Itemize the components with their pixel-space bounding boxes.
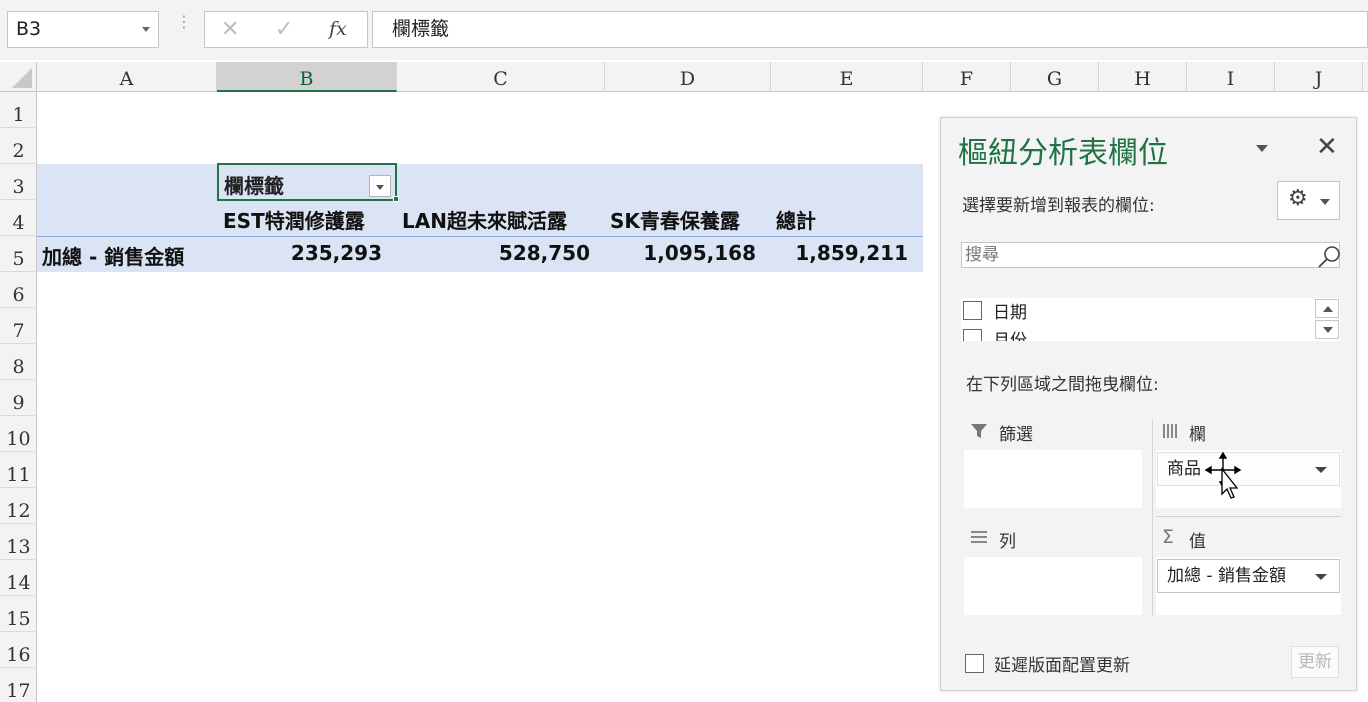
formula-bar-grip-icon[interactable]: ⋮ xyxy=(176,14,192,30)
choose-fields-label: 選擇要新增到報表的欄位: xyxy=(962,196,1155,216)
rows-area-title: 列 xyxy=(999,532,1016,552)
formula-input[interactable]: 欄標籤 xyxy=(372,11,1368,48)
column-header-h[interactable]: H xyxy=(1099,62,1187,92)
pivot-grand-total-header[interactable]: 總計 xyxy=(776,205,816,234)
row-header-12[interactable]: 12 xyxy=(0,488,37,524)
columns-area-title: 欄 xyxy=(1189,425,1206,445)
values-field-chip[interactable]: 加總 - 銷售金額 xyxy=(1157,559,1340,593)
field-label: 日期 xyxy=(993,303,1027,323)
column-labels-header: 欄標籤 xyxy=(224,174,284,198)
row-header-14[interactable]: 14 xyxy=(0,560,37,596)
row-header-6[interactable]: 6 xyxy=(0,272,37,308)
field-list-scroll-up[interactable] xyxy=(1315,299,1339,318)
column-header-i[interactable]: I xyxy=(1187,62,1275,92)
column-header-f[interactable]: F xyxy=(923,62,1011,92)
formula-buttons: ✕ ✓ fx xyxy=(204,11,368,48)
pivot-grand-total-value[interactable]: 1,859,211 xyxy=(795,241,908,265)
rows-icon xyxy=(971,531,987,543)
name-box[interactable]: B3 xyxy=(7,11,159,48)
sigma-icon: Σ xyxy=(1162,526,1175,548)
chevron-down-icon[interactable] xyxy=(1315,574,1327,580)
name-box-dropdown-icon[interactable] xyxy=(142,27,150,32)
row-header-2[interactable]: 2 xyxy=(0,128,37,164)
defer-update-checkbox[interactable] xyxy=(965,654,984,673)
pivot-column-header[interactable]: SK青春保養露 xyxy=(610,205,740,234)
values-area-title: 值 xyxy=(1189,532,1206,552)
field-list-scroll-down[interactable] xyxy=(1315,320,1339,339)
columns-field-chip[interactable]: 商品 xyxy=(1157,452,1340,486)
chevron-down-icon[interactable] xyxy=(1315,467,1327,473)
column-labels-filter-button[interactable] xyxy=(369,175,391,197)
column-header-b[interactable]: B xyxy=(217,62,397,92)
select-all-button[interactable] xyxy=(0,62,37,92)
row-header-7[interactable]: 7 xyxy=(0,308,37,344)
filters-drop-area[interactable] xyxy=(964,450,1142,508)
row-header-9[interactable]: 9 xyxy=(0,380,37,416)
formula-bar: B3 ⋮ ✕ ✓ fx 欄標籤 xyxy=(0,0,1368,60)
filter-icon xyxy=(971,424,987,438)
pivot-value-cell[interactable]: 1,095,168 xyxy=(643,241,756,265)
insert-function-icon[interactable]: fx xyxy=(329,12,347,47)
column-header-e[interactable]: E xyxy=(771,62,923,92)
field-list: 日期 月份 xyxy=(961,298,1340,341)
columns-drop-area[interactable]: 商品 xyxy=(1156,450,1341,508)
column-header-row: A B C D E F G H I J xyxy=(0,62,1368,92)
field-label: 月份 xyxy=(993,331,1027,341)
pivot-value-cell[interactable]: 528,750 xyxy=(499,241,590,265)
column-header-a[interactable]: A xyxy=(37,62,217,92)
row-header-8[interactable]: 8 xyxy=(0,344,37,380)
row-header-5[interactable]: 5 xyxy=(0,236,37,272)
field-settings-button[interactable]: ⚙ xyxy=(1277,181,1340,220)
column-header-c[interactable]: C xyxy=(397,62,605,92)
chip-label: 加總 - 銷售金額 xyxy=(1167,566,1286,586)
row-header-16[interactable]: 16 xyxy=(0,632,37,668)
row-header-15[interactable]: 15 xyxy=(0,596,37,632)
pivot-fields-pane: 樞紐分析表欄位 ✕ 選擇要新增到報表的欄位: ⚙ 日期 月份 在下列區域之間拖曳… xyxy=(940,117,1357,691)
gear-icon: ⚙ xyxy=(1288,186,1308,211)
close-icon[interactable]: ✕ xyxy=(1316,132,1338,162)
row-header-11[interactable]: 11 xyxy=(0,452,37,488)
areas-divider xyxy=(1152,420,1153,616)
values-drop-area[interactable]: 加總 - 銷售金額 xyxy=(1156,557,1341,615)
areas-divider xyxy=(1156,516,1341,517)
search-icon[interactable] xyxy=(1316,244,1342,270)
search-input[interactable] xyxy=(961,242,1340,268)
chevron-down-icon xyxy=(1320,199,1330,205)
enter-icon[interactable]: ✓ xyxy=(275,12,293,47)
row-header-1[interactable]: 1 xyxy=(0,92,37,128)
row-header-column: 1 2 3 4 5 6 7 8 9 10 11 12 13 14 15 16 1… xyxy=(0,92,37,702)
update-button[interactable]: 更新 xyxy=(1291,646,1339,678)
pivot-row-label[interactable]: 加總 - 銷售金額 xyxy=(42,241,184,270)
drag-areas-label: 在下列區域之間拖曳欄位: xyxy=(966,375,1159,395)
row-header-4[interactable]: 4 xyxy=(0,200,37,236)
pivot-column-header[interactable]: LAN超未來賦活露 xyxy=(402,205,567,234)
row-header-10[interactable]: 10 xyxy=(0,416,37,452)
fill-handle[interactable] xyxy=(393,196,399,202)
row-header-17[interactable]: 17 xyxy=(0,668,37,702)
row-header-3[interactable]: 3 xyxy=(0,164,37,200)
pane-options-icon[interactable] xyxy=(1256,145,1268,152)
pivot-value-cell[interactable]: 235,293 xyxy=(291,241,382,265)
column-header-j[interactable]: J xyxy=(1275,62,1363,92)
column-header-g[interactable]: G xyxy=(1011,62,1099,92)
field-checkbox[interactable] xyxy=(963,301,982,320)
field-checkbox[interactable] xyxy=(963,329,982,341)
defer-update-label: 延遲版面配置更新 xyxy=(994,656,1130,676)
cancel-icon[interactable]: ✕ xyxy=(221,12,239,47)
columns-icon xyxy=(1163,424,1177,438)
row-header-13[interactable]: 13 xyxy=(0,524,37,560)
filters-area-title: 篩選 xyxy=(999,425,1033,445)
name-box-value: B3 xyxy=(16,18,42,40)
cell-b3-column-labels[interactable]: 欄標籤 xyxy=(217,163,397,201)
chip-label: 商品 xyxy=(1167,459,1201,479)
pivot-column-header[interactable]: EST特潤修護露 xyxy=(223,205,365,234)
column-header-d[interactable]: D xyxy=(605,62,771,92)
rows-drop-area[interactable] xyxy=(964,557,1142,615)
pane-title: 樞紐分析表欄位 xyxy=(958,136,1168,171)
